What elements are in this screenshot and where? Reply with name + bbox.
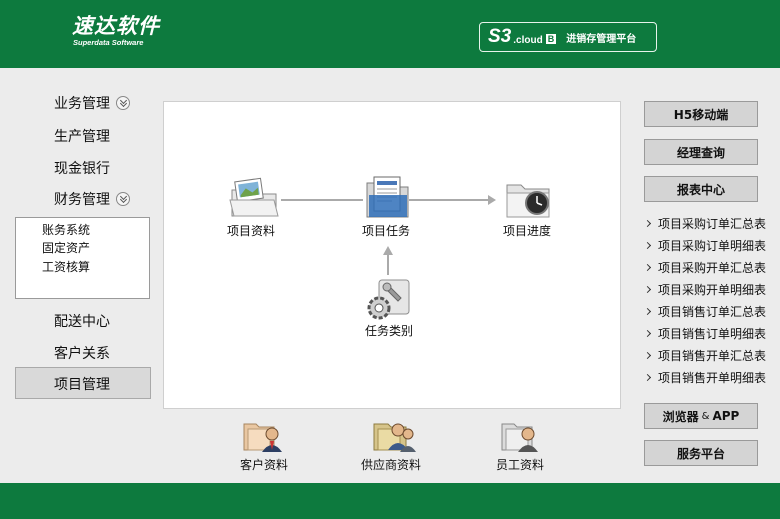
chevron-right-icon [643, 285, 652, 294]
supplier-label[interactable]: 供应商资料 [361, 456, 421, 473]
chevron-right-icon [643, 263, 652, 272]
report-link-label: 项目采购订单明细表 [658, 239, 767, 253]
report-link[interactable]: 项目销售开单明细表 [643, 369, 767, 386]
employee-icon[interactable] [500, 418, 542, 454]
employee-label[interactable]: 员工资料 [496, 456, 544, 473]
task-category-label[interactable]: 任务类别 [365, 322, 413, 339]
footer-bar [0, 483, 780, 519]
report-link-label: 项目采购订单汇总表 [658, 217, 767, 231]
project-progress-icon[interactable] [505, 175, 553, 221]
app-label: APP [712, 409, 740, 423]
report-link[interactable]: 项目采购订单明细表 [643, 237, 767, 254]
report-link-label: 项目销售开单明细表 [658, 371, 767, 385]
chevron-right-icon [643, 241, 652, 250]
project-info-icon[interactable] [228, 176, 280, 220]
project-progress-label[interactable]: 项目进度 [503, 222, 551, 239]
customer-label[interactable]: 客户资料 [240, 456, 288, 473]
report-link[interactable]: 项目采购订单汇总表 [643, 215, 767, 232]
report-link[interactable]: 项目采购开单汇总表 [643, 259, 767, 276]
report-link[interactable]: 项目销售订单汇总表 [643, 303, 767, 320]
browser-app-button[interactable]: 浏览器 & APP [644, 403, 758, 429]
report-link-label: 项目销售订单汇总表 [658, 305, 767, 319]
chevron-right-icon [643, 219, 652, 228]
chevron-right-icon [643, 307, 652, 316]
report-link[interactable]: 项目采购开单明细表 [643, 281, 767, 298]
project-task-icon[interactable] [364, 173, 412, 221]
chevron-right-icon [643, 373, 652, 382]
report-link-label: 项目采购开单汇总表 [658, 261, 767, 275]
report-link[interactable]: 项目销售开单汇总表 [643, 347, 767, 364]
service-platform-button[interactable]: 服务平台 [644, 440, 758, 466]
supplier-icon[interactable] [372, 416, 418, 454]
report-link-label: 项目采购开单明细表 [658, 283, 767, 297]
chevron-right-icon [643, 351, 652, 360]
browser-label: 浏览器 [662, 409, 699, 424]
report-center-button[interactable]: 报表中心 [644, 176, 758, 202]
report-link-label: 项目销售订单明细表 [658, 327, 767, 341]
task-category-icon[interactable] [365, 278, 411, 322]
project-info-label[interactable]: 项目资料 [227, 222, 275, 239]
h5-mobile-button[interactable]: H5移动端 [644, 101, 758, 127]
report-link-label: 项目销售开单汇总表 [658, 349, 767, 363]
chevron-right-icon [643, 329, 652, 338]
project-task-label[interactable]: 项目任务 [362, 222, 410, 239]
report-link[interactable]: 项目销售订单明细表 [643, 325, 767, 342]
ampersand: & [701, 410, 710, 422]
customer-icon[interactable] [242, 418, 284, 454]
manager-query-button[interactable]: 经理查询 [644, 139, 758, 165]
